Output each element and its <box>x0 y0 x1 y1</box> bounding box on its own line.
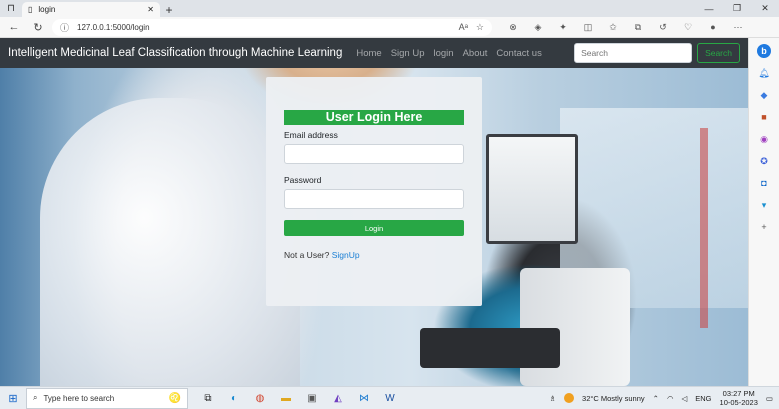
search-icon: ⌕ <box>33 393 38 402</box>
tab-actions-icon[interactable]: ⊓ <box>0 0 22 17</box>
minimize-icon[interactable]: — <box>695 4 723 14</box>
email-field[interactable] <box>284 144 464 164</box>
bg-microscope <box>520 268 630 386</box>
browser-extensions: ⊗ ◈ ✦ ◫ ✩ ⧉ ↺ ♡ ● ⋯ <box>504 22 747 33</box>
task-view-icon[interactable]: ⧉ <box>198 388 218 408</box>
windows-taskbar: ⊞ ⌕ Type here to search ♌ ⧉ ◐ ◍ ▬ ▣ ◭ ⋈ … <box>0 386 779 409</box>
weather-icon <box>564 393 575 403</box>
app-icon-6[interactable]: ◭ <box>328 388 348 408</box>
nav-links: Home Sign Up login About Contact us <box>356 48 541 59</box>
language-indicator[interactable]: ENG <box>695 394 711 403</box>
back-icon[interactable]: ← <box>4 18 24 36</box>
outlook-icon[interactable]: ◘ <box>757 176 771 190</box>
clock-time: 03:27 PM <box>722 389 755 398</box>
more-menu-icon[interactable]: ⋯ <box>729 22 747 33</box>
tag-icon[interactable]: ◆ <box>757 88 771 102</box>
url-text: 127.0.0.1:5000/login <box>77 22 150 32</box>
page-viewport: Intelligent Medicinal Leaf Classificatio… <box>0 38 748 386</box>
address-bar[interactable]: ⓘ 127.0.0.1:5000/login Aᵃ ☆ <box>52 18 492 36</box>
navbar-search-form: Search <box>574 43 740 63</box>
nav-contact[interactable]: Contact us <box>496 48 541 59</box>
favorites-icon[interactable]: ✩ <box>604 22 622 33</box>
bing-chat-icon[interactable]: b <box>757 44 771 58</box>
page-icon: ▯ <box>28 5 33 14</box>
signup-link[interactable]: SignUp <box>332 250 360 260</box>
taskbar-search-placeholder: Type here to search <box>43 393 115 403</box>
file-explorer-icon[interactable]: ▬ <box>276 388 296 408</box>
search-highlight-icon: ♌ <box>168 392 181 404</box>
window-controls: — ❐ ✕ <box>695 0 779 17</box>
people-tray-icon[interactable]: ♗ <box>549 394 556 403</box>
nav-login[interactable]: login <box>434 48 454 59</box>
word-app-icon[interactable]: W <box>380 388 400 408</box>
restore-icon[interactable]: ❐ <box>723 3 751 14</box>
site-brand[interactable]: Intelligent Medicinal Leaf Classificatio… <box>8 47 342 59</box>
split-screen-icon[interactable]: ◫ <box>579 22 597 33</box>
tray-expand-icon[interactable]: ⌃ <box>653 394 659 403</box>
people-icon[interactable]: ◉ <box>757 132 771 146</box>
extension-icon-2[interactable]: ◈ <box>529 22 547 33</box>
password-label: Password <box>284 175 322 185</box>
nav-about[interactable]: About <box>463 48 488 59</box>
app-icon-5[interactable]: ▣ <box>302 388 322 408</box>
signup-prompt-line: Not a User? SignUp <box>284 250 464 260</box>
navbar-search-input[interactable] <box>574 43 693 63</box>
nav-home[interactable]: Home <box>356 48 381 59</box>
bg-monitor <box>486 134 578 244</box>
refresh-icon[interactable]: ↻ <box>28 18 48 36</box>
browser-tab-strip: ⊓ ▯ login ✕ + — ❐ ✕ <box>0 0 779 17</box>
extension-icon-1[interactable]: ⊗ <box>504 22 522 33</box>
notification-bell-icon[interactable]: 🔔︎ <box>757 66 771 80</box>
volume-icon[interactable]: ◁ <box>681 394 687 403</box>
bg-red-pole <box>700 128 708 328</box>
close-window-icon[interactable]: ✕ <box>751 3 779 14</box>
login-heading: User Login Here <box>284 110 464 125</box>
notifications-icon[interactable]: ▭ <box>766 394 773 403</box>
chrome-app-icon[interactable]: ◍ <box>250 388 270 408</box>
bg-scientist <box>40 98 300 386</box>
password-field[interactable] <box>284 189 464 209</box>
add-sidebar-icon[interactable]: + <box>757 220 771 234</box>
network-icon[interactable]: ◠ <box>667 394 674 403</box>
clock-date: 10-05-2023 <box>719 398 758 407</box>
address-toolbar: ← ↻ ⓘ 127.0.0.1:5000/login Aᵃ ☆ ⊗ ◈ ✦ ◫ … <box>0 17 779 38</box>
info-icon[interactable]: ⓘ <box>60 21 69 34</box>
profile-avatar[interactable]: ● <box>704 22 722 33</box>
tab-title: login <box>38 5 56 14</box>
games-icon[interactable]: ✪ <box>757 154 771 168</box>
bg-microscope-stage <box>420 328 560 368</box>
edge-sidebar: b 🔔︎ ◆ ■ ◉ ✪ ◘ ▾ + <box>748 38 779 386</box>
email-label: Email address <box>284 130 338 140</box>
login-button[interactable]: Login <box>284 220 464 236</box>
login-card: User Login Here Email address Password L… <box>266 77 482 306</box>
system-tray: ♗ 32°C Mostly sunny ⌃ ◠ ◁ ENG 03:27 PM 1… <box>549 389 779 407</box>
drop-icon[interactable]: ▾ <box>757 198 771 212</box>
extension-puzzle-icon[interactable]: ✦ <box>554 22 572 33</box>
read-aloud-icon[interactable]: Aᵃ <box>459 22 468 32</box>
history-icon[interactable]: ↺ <box>654 22 672 33</box>
nav-signup[interactable]: Sign Up <box>391 48 425 59</box>
site-navbar: Intelligent Medicinal Leaf Classificatio… <box>0 38 748 68</box>
edge-app-icon[interactable]: ◐ <box>224 388 244 408</box>
new-tab-button[interactable]: + <box>160 2 178 17</box>
clock[interactable]: 03:27 PM 10-05-2023 <box>720 389 758 407</box>
windows-start-icon[interactable]: ⊞ <box>0 387 26 409</box>
favorite-star-icon[interactable]: ☆ <box>476 22 484 33</box>
close-tab-icon[interactable]: ✕ <box>147 5 154 14</box>
collections-icon[interactable]: ⧉ <box>629 22 647 33</box>
navbar-search-button[interactable]: Search <box>697 43 740 63</box>
weather-text[interactable]: 32°C Mostly sunny <box>582 394 645 403</box>
browser-tab-login[interactable]: ▯ login ✕ <box>22 2 160 17</box>
taskbar-apps: ⧉ ◐ ◍ ▬ ▣ ◭ ⋈ W <box>198 388 400 408</box>
taskbar-search[interactable]: ⌕ Type here to search ♌ <box>26 387 188 409</box>
shopping-bag-icon[interactable]: ■ <box>757 110 771 124</box>
vscode-app-icon[interactable]: ⋈ <box>354 388 374 408</box>
browser-essentials-icon[interactable]: ♡ <box>679 22 697 33</box>
signup-prompt: Not a User? <box>284 250 330 260</box>
